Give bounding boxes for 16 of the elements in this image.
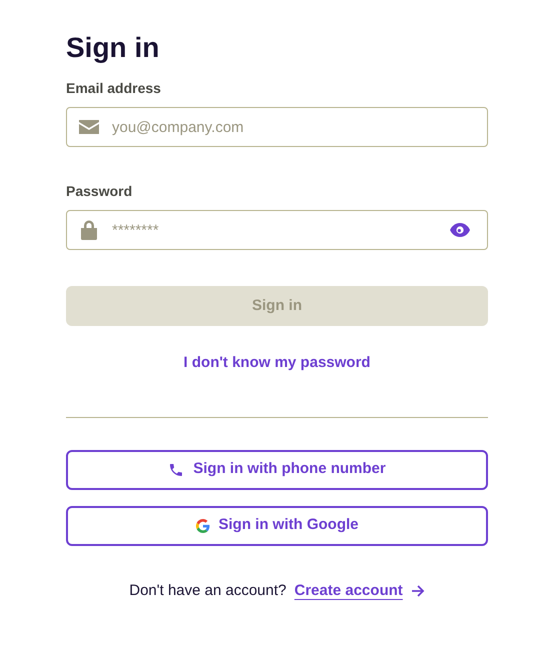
footer-text: Don't have an account? <box>129 580 286 600</box>
envelope-icon <box>79 120 99 134</box>
lock-icon <box>80 220 98 240</box>
page-title: Sign in <box>66 31 160 65</box>
arrow-right-icon <box>410 584 425 597</box>
field-label: Email address <box>66 79 161 98</box>
google-sign-in-button[interactable]: Sign in with Google <box>66 506 488 546</box>
forgot-password-link[interactable]: I don't know my password <box>184 352 370 374</box>
eye-icon[interactable] <box>450 223 470 237</box>
field-label: Password <box>66 182 132 201</box>
password-field[interactable]: ******** <box>66 210 488 250</box>
phone-icon <box>168 462 184 478</box>
phone-sign-in-button[interactable]: Sign in with phone number <box>66 450 488 490</box>
create-account-link[interactable]: Create account <box>294 580 403 602</box>
google-icon <box>196 518 210 532</box>
email-field[interactable]: you@company.com <box>66 107 488 147</box>
